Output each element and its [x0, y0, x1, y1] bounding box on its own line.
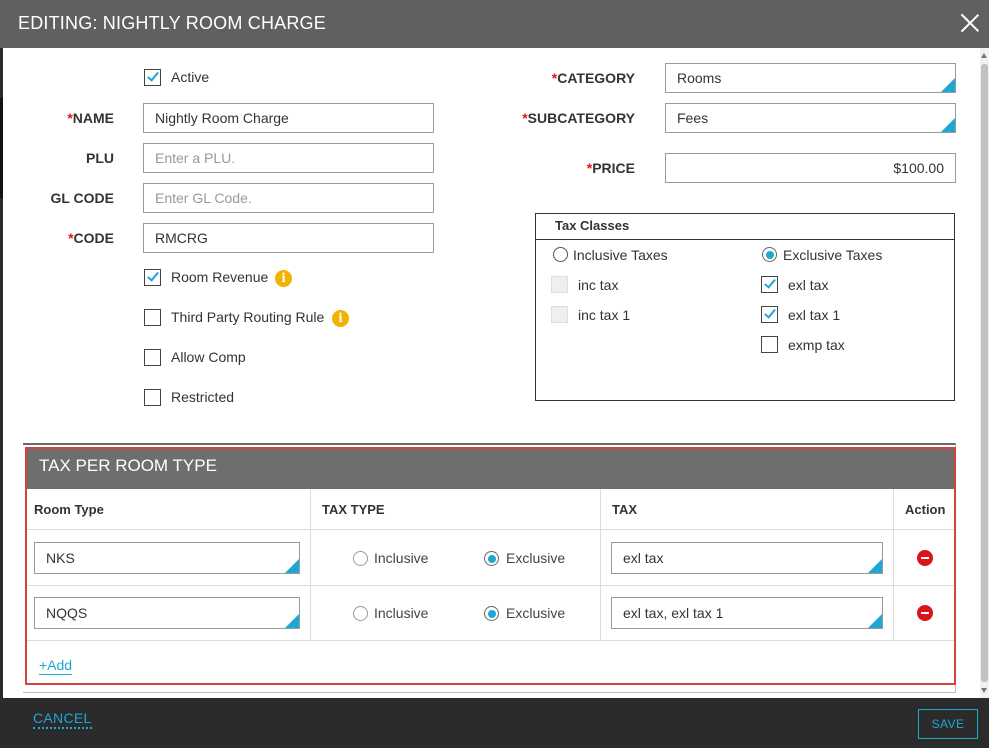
check-icon [146, 69, 159, 82]
vertical-scrollbar[interactable] [980, 48, 989, 698]
active-checkbox[interactable] [144, 69, 161, 86]
info-icon[interactable]: i [275, 270, 292, 287]
dropdown-corner-icon [285, 559, 299, 573]
inclusive-radio[interactable] [353, 551, 368, 566]
add-row-link[interactable]: +Add [39, 657, 73, 675]
tax-classes-title: Tax Classes [536, 214, 954, 240]
room-revenue-checkbox[interactable] [144, 269, 161, 286]
room-type-select[interactable]: NQQS [34, 597, 300, 629]
exclusive-taxes-radio[interactable] [762, 247, 777, 262]
room-revenue-label: Room Revenue [171, 269, 269, 285]
exclusive-label: Exclusive [506, 550, 566, 566]
allow-comp-checkbox[interactable] [144, 349, 161, 366]
column-header-tax-type: TAX TYPE [322, 502, 385, 517]
save-button[interactable]: SAVE [918, 709, 978, 739]
restricted-label: Restricted [171, 389, 235, 405]
inc-tax-1-label: inc tax 1 [578, 307, 631, 323]
price-label: *PRICE [586, 160, 635, 176]
check-icon [146, 269, 159, 282]
name-input[interactable]: Nightly Room Charge [143, 103, 434, 133]
exmp-tax-checkbox[interactable] [761, 336, 778, 353]
plu-label: PLU [86, 150, 114, 166]
inclusive-label: Inclusive [374, 605, 429, 621]
allow-comp-label: Allow Comp [171, 349, 246, 365]
exl-tax-label: exl tax [788, 277, 829, 293]
dialog-header: EDITING: NIGHTLY ROOM CHARGE [0, 0, 989, 48]
tax-per-room-title: TAX PER ROOM TYPE [39, 456, 217, 475]
dropdown-corner-icon [941, 78, 955, 92]
inclusive-label: Inclusive [374, 550, 429, 566]
third-party-routing-label: Third Party Routing Rule [171, 309, 325, 325]
dropdown-corner-icon [868, 559, 882, 573]
room-type-select[interactable]: NKS [34, 542, 300, 574]
code-label: *CODE [68, 230, 114, 246]
exclusive-taxes-label: Exclusive Taxes [783, 247, 883, 263]
exclusive-label: Exclusive [506, 605, 566, 621]
inclusive-taxes-label: Inclusive Taxes [573, 247, 668, 263]
restricted-checkbox[interactable] [144, 389, 161, 406]
info-icon[interactable]: i [332, 310, 349, 327]
exl-tax-1-checkbox[interactable] [761, 306, 778, 323]
exclusive-radio[interactable] [484, 551, 499, 566]
scroll-up-arrow-icon[interactable] [981, 53, 987, 58]
check-icon [763, 276, 776, 289]
dropdown-corner-icon [868, 614, 882, 628]
subcategory-label: *SUBCATEGORY [522, 110, 635, 126]
inclusive-taxes-radio[interactable] [553, 247, 568, 262]
inc-tax-checkbox[interactable] [551, 276, 568, 293]
inc-tax-label: inc tax [578, 277, 619, 293]
category-select[interactable]: Rooms [665, 63, 956, 93]
exl-tax-1-label: exl tax 1 [788, 307, 841, 323]
inc-tax-1-checkbox[interactable] [551, 306, 568, 323]
third-party-routing-checkbox[interactable] [144, 309, 161, 326]
cancel-button[interactable]: CANCEL [33, 710, 92, 729]
inclusive-radio[interactable] [353, 606, 368, 621]
dialog-title: EDITING: NIGHTLY ROOM CHARGE [18, 13, 326, 33]
remove-row-icon[interactable] [917, 550, 933, 566]
close-icon[interactable] [957, 10, 983, 36]
tax-select[interactable]: exl tax, exl tax 1 [611, 597, 883, 629]
column-header-action: Action [905, 502, 946, 517]
dropdown-corner-icon [285, 614, 299, 628]
exl-tax-checkbox[interactable] [761, 276, 778, 293]
dialog-footer: CANCEL SAVE [0, 698, 989, 748]
active-label: Active [171, 69, 210, 85]
exclusive-radio[interactable] [484, 606, 499, 621]
subcategory-select[interactable]: Fees [665, 103, 956, 133]
code-input[interactable]: RMCRG [143, 223, 434, 253]
gl-code-label: GL CODE [50, 190, 114, 206]
scroll-thumb[interactable] [981, 64, 988, 682]
gl-code-input[interactable]: Enter GL Code. [143, 183, 434, 213]
backdrop-edge [0, 48, 3, 698]
column-header-room-type: Room Type [34, 502, 104, 517]
price-input[interactable]: $100.00 [665, 153, 956, 183]
column-header-tax: TAX [612, 502, 638, 517]
check-icon [763, 306, 776, 319]
scroll-down-arrow-icon[interactable] [981, 688, 987, 693]
dropdown-corner-icon [941, 118, 955, 132]
remove-row-icon[interactable] [917, 605, 933, 621]
exmp-tax-label: exmp tax [788, 337, 845, 353]
tax-per-room-header: TAX PER ROOM TYPE [25, 447, 956, 489]
tax-select[interactable]: exl tax [611, 542, 883, 574]
name-label: *NAME [67, 110, 114, 126]
plu-input[interactable]: Enter a PLU. [143, 143, 434, 173]
category-label: *CATEGORY [551, 70, 635, 86]
